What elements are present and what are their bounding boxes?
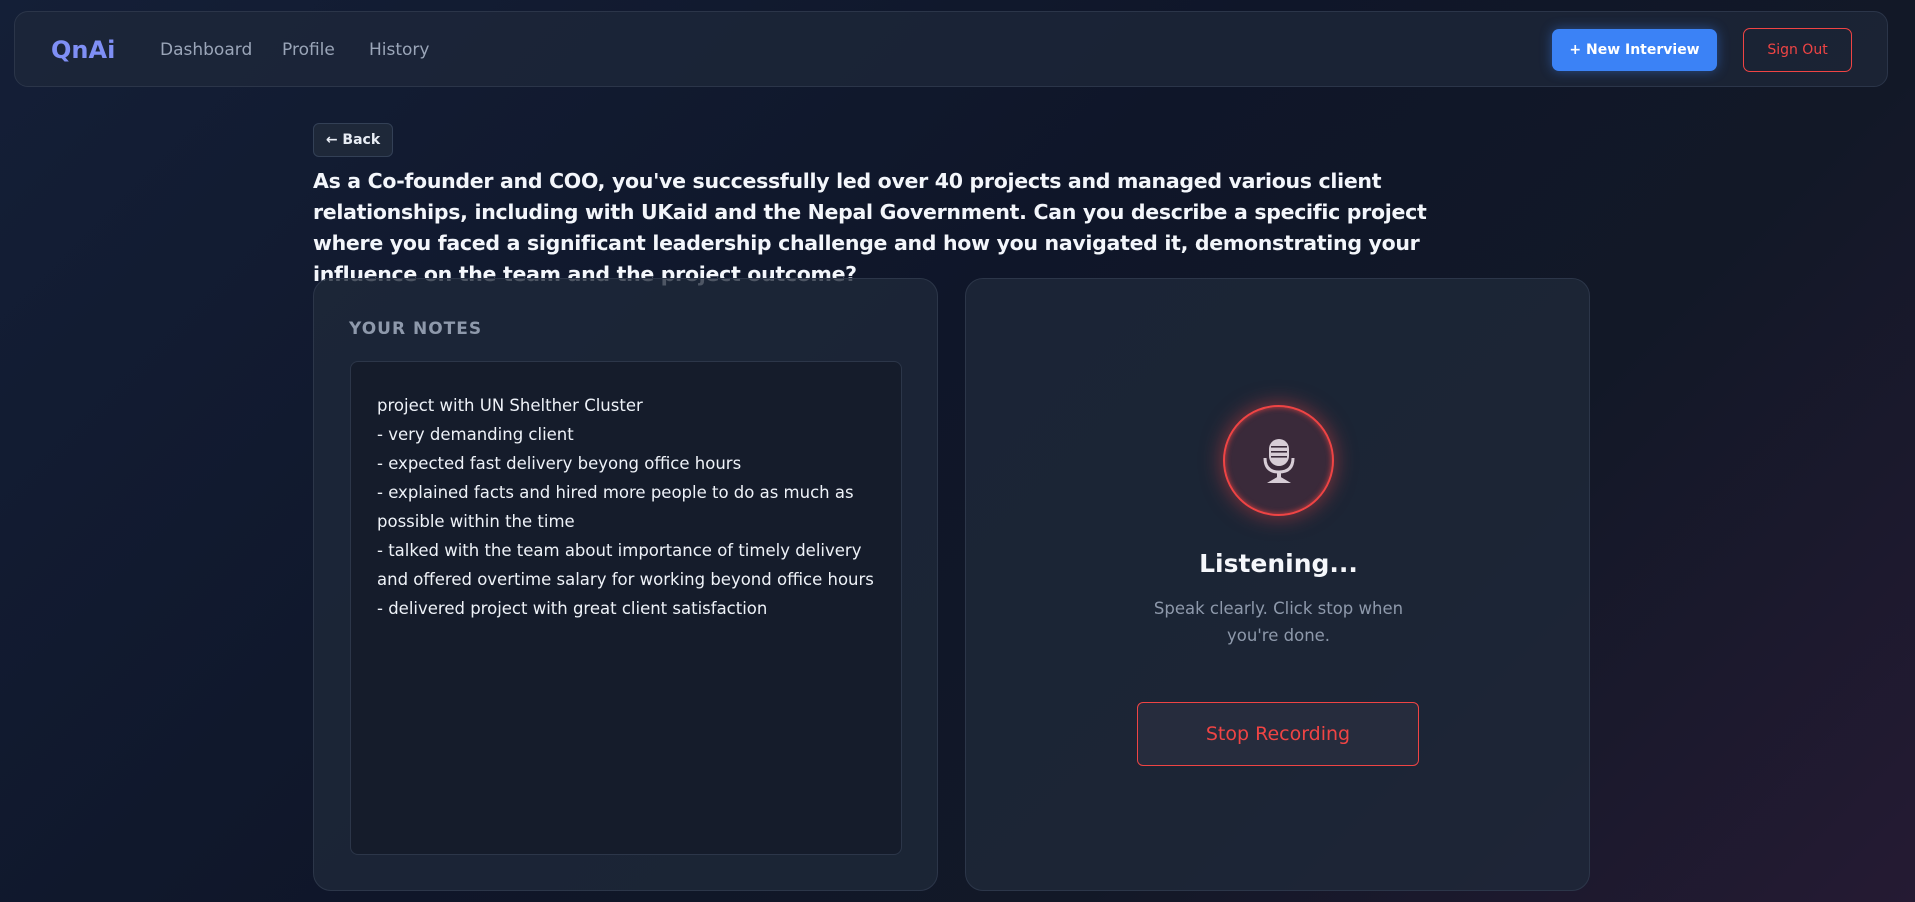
recording-status-title: Listening... (1199, 549, 1358, 578)
nav-link-history[interactable]: History (369, 40, 429, 60)
interview-question: As a Co-founder and COO, you've successf… (313, 169, 1427, 286)
recording-indicator (1223, 405, 1334, 516)
back-button[interactable]: ← Back (313, 123, 393, 157)
new-interview-button[interactable]: + New Interview (1552, 29, 1717, 71)
notes-title: YOUR NOTES (349, 319, 483, 339)
notes-textarea[interactable]: project with UN Shelther Cluster - very … (350, 361, 902, 855)
app-logo[interactable]: QnAi (51, 36, 115, 64)
microphone-icon (1263, 438, 1294, 483)
sign-out-button[interactable]: Sign Out (1743, 28, 1852, 72)
nav-link-profile[interactable]: Profile (282, 40, 335, 60)
recording-card: Listening... Speak clearly. Click stop w… (965, 278, 1590, 891)
notes-card: YOUR NOTES project with UN Shelther Clus… (313, 278, 938, 891)
recording-status-subtitle: Speak clearly. Click stop when you're do… (1153, 599, 1404, 645)
nav-link-dashboard[interactable]: Dashboard (160, 40, 252, 60)
top-navbar: QnAi Dashboard Profile History + New Int… (14, 11, 1888, 87)
stop-recording-button[interactable]: Stop Recording (1137, 702, 1419, 766)
